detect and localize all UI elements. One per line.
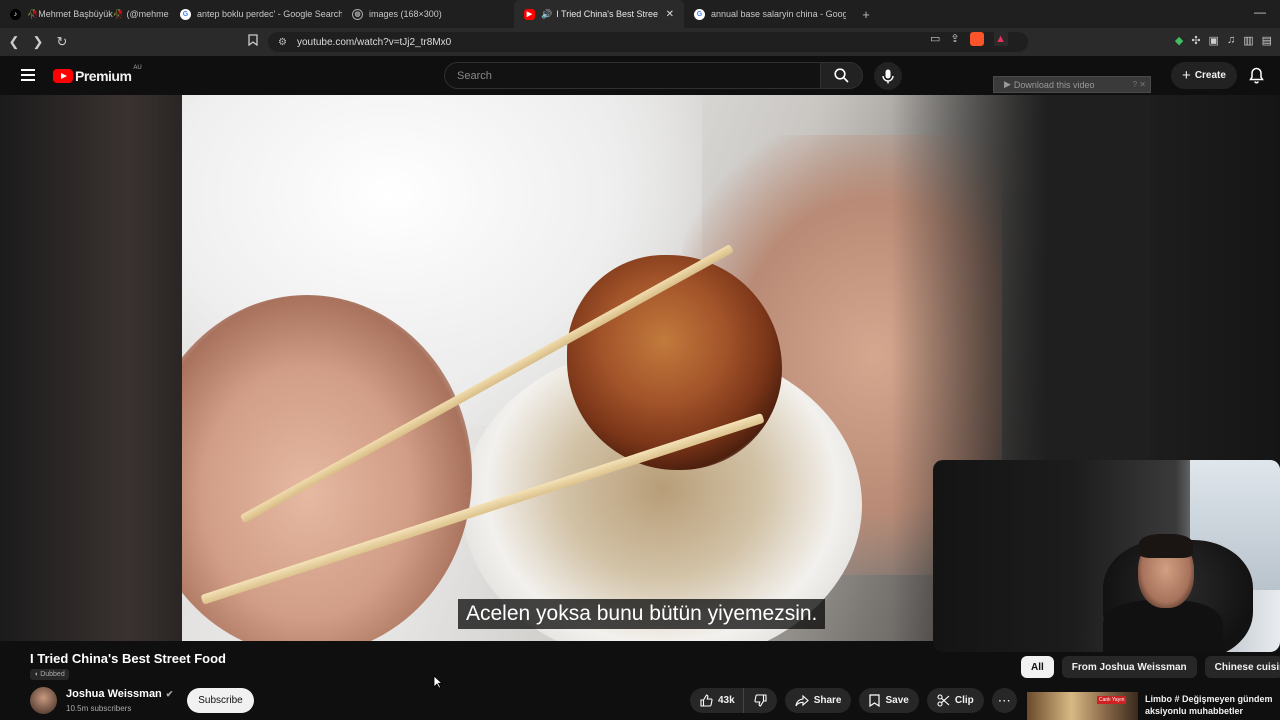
search-placeholder: Search (457, 69, 492, 82)
save-button[interactable]: Save (859, 688, 919, 713)
extensions-icon[interactable]: ✣ (1191, 34, 1200, 47)
search-button[interactable] (821, 62, 863, 89)
chip-from-channel[interactable]: From Joshua Weissman (1061, 656, 1197, 678)
tab-google-search-2[interactable]: G annual base salaryin china - Google (684, 0, 856, 28)
more-actions-button[interactable]: ⋯ (991, 688, 1017, 713)
microphone-icon (882, 69, 894, 83)
scissors-icon (937, 694, 950, 707)
tab-images[interactable]: ◍ images (168×300) (342, 0, 514, 28)
recommended-video-thumbnail[interactable]: Canlı Yayın (1027, 692, 1138, 720)
youtube-premium-logo[interactable]: Premium AU (53, 65, 142, 84)
like-button[interactable]: 43k (690, 688, 744, 713)
video-actions: 43k Share Save Clip ⋯ (690, 688, 1017, 713)
youtube-icon: ▶ (524, 8, 535, 20)
plus-icon: + (1182, 67, 1191, 84)
channel-name[interactable]: Joshua Weissman ✔ (66, 688, 173, 700)
music-icon[interactable]: ♫ (1227, 34, 1235, 47)
verified-icon: ✔ (165, 688, 174, 699)
back-icon[interactable]: ❮ (4, 34, 24, 50)
youtube-header: Premium AU Search ▶ Download this video … (0, 56, 1280, 95)
reload-icon[interactable]: ↻ (52, 34, 72, 50)
dubbed-badge: ◖ Dubbed (30, 669, 69, 680)
tab-label: images (168×300) (369, 9, 442, 19)
share-button[interactable]: Share (784, 688, 852, 713)
audio-icon: ◖ (34, 671, 39, 678)
create-label: Create (1194, 70, 1226, 81)
site-info-icon[interactable]: ⚙ (278, 37, 287, 48)
chip-all[interactable]: All (1021, 656, 1054, 678)
like-dislike-group: 43k (690, 688, 777, 713)
country-code: AU (133, 65, 142, 71)
brave-rewards-icon[interactable]: ▲ (993, 32, 1008, 46)
notifications-bell-icon[interactable] (1249, 67, 1264, 89)
webcam-overlay (933, 460, 1280, 652)
close-tab-icon[interactable]: ✕ (666, 9, 674, 20)
live-badge: Canlı Yayın (1097, 696, 1127, 704)
bookmark-icon[interactable] (248, 34, 258, 49)
url-actions: ▭ ⇪ ▲ (930, 32, 1008, 46)
thumbs-up-icon (700, 694, 713, 707)
download-video-button[interactable]: ▶ Download this video ? ✕ (993, 76, 1151, 93)
dislike-button[interactable] (744, 688, 777, 713)
tab-label: antep boklu perdec' - Google Search (197, 9, 342, 19)
ambient-left (0, 95, 182, 641)
tab-label: I Tried China's Best Street Foo (556, 9, 658, 19)
voice-search-button[interactable] (874, 62, 902, 90)
tab-youtube-video[interactable]: ▶ 🔊 I Tried China's Best Street Foo ✕ (514, 0, 684, 28)
minimize-window-button[interactable]: — (1254, 5, 1266, 19)
tiktok-icon: ♪ (10, 8, 21, 20)
clip-button[interactable]: Clip (926, 688, 984, 713)
more-horizontal-icon: ⋯ (997, 692, 1011, 708)
tab-tiktok[interactable]: ♪ 🥀Mehmet Başbüyük🥀 (@mehme (0, 0, 170, 28)
webcam-person-hair (1139, 534, 1193, 558)
chip-chinese-cuisine[interactable]: Chinese cuisine (1204, 656, 1280, 678)
youtube-play-icon (53, 69, 73, 83)
menu-icon[interactable] (21, 69, 35, 84)
tab-google-search-1[interactable]: G antep boklu perdec' - Google Search (170, 0, 342, 28)
video-subtitle: Acelen yoksa bunu bütün yiyemezsin. (458, 599, 826, 629)
search-input[interactable]: Search (444, 62, 821, 89)
download-help[interactable]: ? ✕ (1133, 80, 1146, 89)
leaf-icon[interactable]: ◆ (1175, 34, 1183, 47)
recommended-video-title[interactable]: Limbo # Değişmeyen gündem aksiyonlu muha… (1145, 693, 1280, 717)
tab-label: 🥀Mehmet Başbüyük🥀 (@mehme (27, 8, 169, 19)
share-page-icon[interactable]: ⇪ (950, 32, 959, 46)
download-icon: ▶ (1004, 79, 1011, 89)
new-tab-button[interactable]: + (856, 7, 876, 22)
tab-label: annual base salaryin china - Google (711, 9, 846, 19)
thumbs-down-icon (754, 694, 767, 707)
download-label: Download this video (1013, 79, 1095, 90)
google-icon: G (694, 8, 705, 20)
screenshot-icon[interactable]: ▣ (1209, 34, 1219, 47)
speaker-icon: 🔊 (541, 8, 553, 19)
subscribe-button[interactable]: Subscribe (187, 688, 254, 713)
cast-icon[interactable]: ▭ (930, 32, 940, 46)
share-icon (795, 694, 809, 706)
google-icon: G (180, 8, 191, 20)
brave-shields-icon[interactable] (969, 32, 984, 46)
url-field[interactable]: ⚙ youtube.com/watch?v=tJj2_tr8Mx0 (268, 32, 1028, 52)
channel-avatar[interactable] (30, 687, 57, 714)
mouse-cursor-icon (433, 675, 444, 694)
like-count: 43k (718, 695, 735, 706)
forward-icon[interactable]: ❯ (28, 34, 48, 50)
create-button[interactable]: + Create (1171, 62, 1237, 89)
browser-tab-bar: ♪ 🥀Mehmet Başbüyük🥀 (@mehme G antep bokl… (0, 0, 1280, 28)
subscriber-count: 10.5m subscribers (66, 704, 132, 713)
logo-text: Premium (75, 68, 132, 84)
search-icon (834, 68, 849, 83)
video-title: I Tried China's Best Street Food (30, 651, 226, 666)
globe-icon: ◍ (352, 8, 363, 20)
save-icon (869, 694, 881, 707)
toolbar-icons: ◆ ✣ ▣ ♫ ▥ ▤ (1175, 34, 1272, 47)
wallet-icon[interactable]: ▤ (1262, 34, 1272, 47)
url-text: youtube.com/watch?v=tJj2_tr8Mx0 (296, 36, 452, 48)
address-bar-row: ❮ ❯ ↻ ⚙ youtube.com/watch?v=tJj2_tr8Mx0 … (0, 28, 1280, 56)
related-filter-chips: All From Joshua Weissman Chinese cuisine (1021, 656, 1280, 678)
sidebar-icon[interactable]: ▥ (1243, 34, 1253, 47)
